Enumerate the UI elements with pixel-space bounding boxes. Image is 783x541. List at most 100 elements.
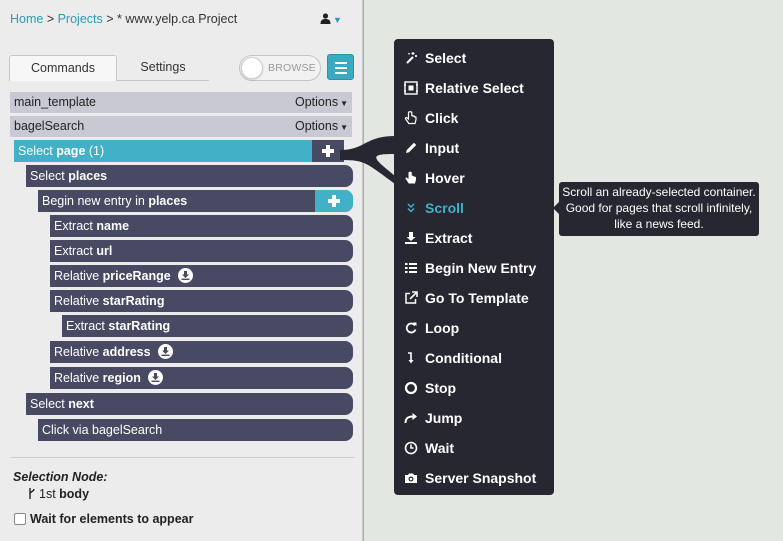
menu-item-label: Scroll — [425, 200, 464, 216]
command-relative-region[interactable]: Relative region — [50, 367, 353, 389]
breadcrumb-home-link[interactable]: Home — [10, 12, 43, 26]
menu-item-select[interactable]: Select — [394, 43, 554, 73]
popup-connector — [340, 136, 395, 184]
menu-item-input[interactable]: Input — [394, 133, 554, 163]
selection-node-title: Selection Node: — [13, 470, 108, 484]
command-relative-starrating[interactable]: Relative starRating — [50, 290, 353, 312]
menu-item-loop[interactable]: Loop — [394, 313, 554, 343]
tab-settings[interactable]: Settings — [117, 55, 209, 81]
command-extract-starrating[interactable]: Extract starRating — [62, 315, 353, 337]
branch-icon — [29, 488, 35, 499]
template-name: bagelSearch — [14, 119, 85, 133]
wait-for-elements-checkbox[interactable] — [14, 513, 26, 525]
menu-item-label: Conditional — [425, 350, 502, 366]
command-prefix: Begin new entry in — [42, 194, 149, 208]
menu-item-label: Loop — [425, 320, 460, 336]
menu-item-wait[interactable]: Wait — [394, 433, 554, 463]
scroll-tooltip: Scroll an already-selected container. Go… — [553, 182, 759, 236]
menu-item-jump[interactable]: Jump — [394, 403, 554, 433]
command-target: starRating — [108, 319, 171, 333]
list-icon — [405, 263, 417, 273]
command-prefix: Relative — [54, 345, 103, 359]
menu-item-label: Hover — [425, 170, 465, 186]
selection-node-value: 1st body — [28, 487, 89, 501]
breadcrumb-separator: > — [43, 12, 58, 26]
toggle-knob — [241, 57, 263, 79]
wait-for-elements-checkbox-row[interactable]: Wait for elements to appear — [14, 512, 193, 526]
menu-item-begin-new-entry[interactable]: Begin New Entry — [394, 253, 554, 283]
command-target: places — [148, 194, 188, 208]
menu-item-label: Relative Select — [425, 80, 524, 96]
command-prefix: Relative — [54, 371, 103, 385]
clock-icon — [404, 441, 418, 455]
command-target: starRating — [102, 294, 165, 308]
camera-icon — [405, 473, 417, 483]
command-relative-pricerange[interactable]: Relative priceRange — [50, 265, 353, 287]
menu-item-label: Click — [425, 110, 459, 126]
command-begin-new-entry[interactable]: Begin new entry in places — [38, 190, 353, 212]
menu-item-hover[interactable]: Hover — [394, 163, 554, 193]
command-target: url — [96, 244, 113, 258]
command-prefix: Relative — [54, 269, 103, 283]
command-prefix: Select — [30, 397, 69, 411]
chevron-down-icon: ▼ — [333, 15, 342, 25]
command-target: address — [102, 345, 151, 359]
double-chevron-down-icon — [407, 203, 415, 213]
menu-item-go-to-template[interactable]: Go To Template — [394, 283, 554, 313]
hamburger-icon — [335, 62, 347, 77]
toggle-label: BROWSE — [268, 62, 316, 74]
add-command-menu: Select Relative Select Click Input Hover… — [394, 39, 554, 495]
download-icon — [158, 344, 174, 359]
tab-commands[interactable]: Commands — [9, 55, 117, 81]
command-relative-address[interactable]: Relative address — [50, 341, 353, 363]
left-panel: Home > Projects > * www.yelp.ca Project … — [0, 0, 363, 541]
command-prefix: Extract — [54, 244, 97, 258]
command-select-places[interactable]: Select places — [26, 165, 353, 187]
user-menu[interactable]: ▼ — [320, 12, 342, 26]
plus-icon — [328, 195, 340, 207]
menu-item-relative-select[interactable]: Relative Select — [394, 73, 554, 103]
breadcrumb-projects-link[interactable]: Projects — [58, 12, 103, 26]
loop-icon — [405, 322, 417, 334]
external-link-icon — [405, 291, 418, 304]
add-command-button[interactable] — [315, 190, 353, 212]
menu-item-label: Stop — [425, 380, 457, 396]
command-target: page — [56, 144, 86, 158]
command-extract-url[interactable]: Extract url — [50, 240, 353, 262]
command-prefix: Relative — [54, 294, 103, 308]
breadcrumb: Home > Projects > * www.yelp.ca Project — [10, 12, 237, 26]
pointer-hand-icon — [404, 111, 417, 125]
command-suffix: (1) — [85, 144, 105, 158]
command-click-via-bagelsearch[interactable]: Click via bagelSearch — [38, 419, 353, 441]
divider — [10, 457, 355, 458]
download-icon — [148, 370, 164, 385]
download-icon — [405, 232, 417, 244]
command-select-next[interactable]: Select next — [26, 393, 353, 415]
browse-toggle[interactable]: BROWSE — [239, 55, 321, 81]
options-label: Options — [294, 119, 339, 133]
command-target: next — [68, 397, 94, 411]
menu-item-label: Input — [425, 140, 460, 156]
menu-item-stop[interactable]: Stop — [394, 373, 554, 403]
hamburger-menu-button[interactable] — [327, 54, 354, 80]
plus-icon — [322, 145, 334, 157]
menu-item-label: Extract — [425, 230, 473, 246]
menu-item-click[interactable]: Click — [394, 103, 554, 133]
relative-select-icon — [404, 81, 418, 95]
command-extract-name[interactable]: Extract name — [50, 215, 353, 237]
command-target: name — [96, 219, 130, 233]
menu-item-server-snapshot[interactable]: Server Snapshot — [394, 463, 554, 493]
download-icon — [178, 268, 194, 283]
command-select-page[interactable]: Select page (1) — [14, 140, 344, 162]
share-arrow-icon — [404, 413, 417, 424]
template-name: main_template — [14, 95, 96, 109]
template-row-bagelsearch[interactable]: bagelSearch Options ▼ — [10, 116, 352, 137]
menu-item-scroll[interactable]: Scroll — [394, 193, 554, 223]
menu-item-conditional[interactable]: Conditional — [394, 343, 554, 373]
menu-item-label: Go To Template — [425, 290, 529, 306]
branch-arrow-icon — [408, 352, 414, 364]
stop-icon — [404, 381, 418, 395]
breadcrumb-separator: > — [102, 12, 117, 26]
menu-item-extract[interactable]: Extract — [394, 223, 554, 253]
template-row-main[interactable]: main_template Options ▼ — [10, 92, 352, 113]
